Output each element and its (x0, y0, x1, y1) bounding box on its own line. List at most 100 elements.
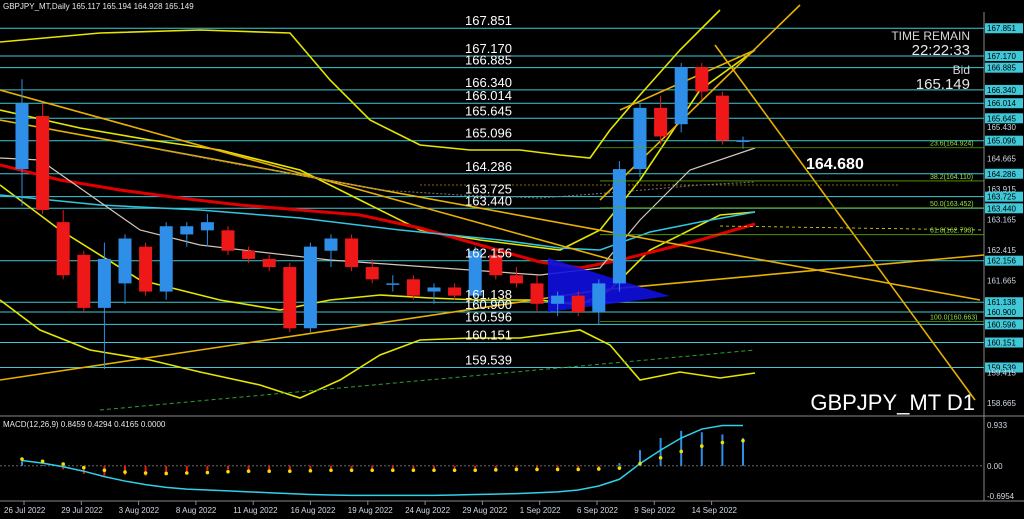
time-axis-label: 29 Aug 2022 (462, 506, 507, 515)
time-axis-label: 11 Aug 2022 (233, 506, 278, 515)
macd-signal-dot (679, 449, 683, 454)
macd-signal-dot (452, 468, 457, 473)
macd-signal-dot (288, 469, 292, 474)
price-tag-label: 167.851 (987, 24, 1016, 33)
macd-signal-dot (246, 469, 251, 474)
time-axis-label: 24 Aug 2022 (405, 506, 450, 515)
time-axis-label: 16 Aug 2022 (291, 506, 336, 515)
candle-body (56, 222, 70, 276)
macd-signal-dot (205, 470, 210, 475)
macd-signal-dot (432, 468, 436, 473)
level-label: 166.885 (465, 53, 512, 68)
time-axis-label: 29 Jul 2022 (61, 506, 103, 515)
price-tag-label: 163.440 (987, 204, 1016, 213)
level-label: 167.851 (465, 13, 512, 28)
candle-body (406, 279, 420, 296)
level-label: 163.440 (465, 193, 512, 208)
bid-value: 165.149 (916, 76, 970, 93)
macd-signal-dot (370, 468, 375, 473)
price-tag-label: 167.170 (987, 52, 1016, 61)
price-tag-label: 165.645 (987, 114, 1016, 123)
candle-body (674, 67, 688, 125)
price-axis-label: 164.665 (987, 154, 1016, 163)
trading-chart[interactable]: 167.851167.170166.885166.340166.014165.6… (0, 0, 1024, 519)
macd-signal-dot (658, 455, 663, 460)
candle-body (715, 95, 729, 141)
fib-label: 100.0(160.663) (930, 315, 977, 322)
level-label: 164.286 (465, 159, 512, 174)
macd-axis-label: 0.933 (987, 421, 1008, 430)
price-axis: 167.851 167.170 166.885 166.340 166.014 165.6… (985, 23, 1023, 408)
macd-signal-dot (741, 438, 745, 443)
price-tag-label: 166.014 (987, 99, 1016, 108)
candle-body (242, 250, 256, 259)
level-label: 166.014 (465, 88, 512, 103)
price-axis-label: 161.665 (987, 277, 1016, 286)
fib-label: 23.6(164.924) (930, 141, 974, 148)
candle-body (200, 222, 214, 231)
price-tag-label: 166.340 (987, 86, 1016, 95)
price-axis-label: 165.430 (987, 123, 1016, 132)
level-label: 160.151 (465, 328, 512, 343)
candle-body (592, 283, 606, 312)
macd-signal-dot (597, 467, 601, 471)
level-label: 160.596 (465, 309, 512, 324)
macd-signal-dot (226, 469, 230, 474)
price-axis-label: 159.415 (987, 369, 1016, 378)
time-axis-label: 1 Sep 2022 (520, 506, 561, 515)
time-axis-label: 9 Sep 2022 (634, 506, 675, 515)
candle-body (551, 295, 565, 304)
candle-body (139, 246, 153, 292)
level-label: 159.539 (465, 353, 512, 368)
macd-signal-dot (40, 459, 45, 464)
time-axis-label: 19 Aug 2022 (348, 506, 393, 515)
candle-body (118, 238, 132, 284)
price-tag-label: 165.096 (987, 137, 1016, 146)
price-axis-label: 163.165 (987, 216, 1016, 225)
symbol-watermark: GBPJPY_MT D1 (810, 390, 975, 415)
level-labels: 167.851167.170166.885166.340166.014165.6… (465, 13, 512, 367)
fib-label: 61.8(162.793) (930, 228, 974, 235)
macd-axis-label: -0.6954 (987, 492, 1015, 501)
price-tag-label: 160.900 (987, 308, 1016, 317)
candle-body (612, 169, 626, 284)
macd-signal-dot (535, 467, 539, 472)
macd-panel[interactable] (0, 417, 984, 501)
macd-signal-dot (185, 471, 189, 475)
chart-title: GBPJPY_MT,Daily 165.117 165.194 164.928 … (3, 2, 194, 11)
macd-signal-dot (411, 468, 416, 473)
candle-body (386, 283, 400, 285)
bid-label: Bid (953, 63, 970, 77)
macd-signal-dot (102, 468, 107, 473)
price-tag-label: 166.885 (987, 64, 1016, 73)
candle-body (159, 226, 173, 292)
macd-signal-dot (20, 457, 24, 461)
candle-body (633, 107, 647, 170)
candle-body (530, 283, 544, 304)
macd-signal-dot (82, 465, 86, 470)
macd-signal-dot (473, 468, 478, 473)
candle-body (324, 238, 338, 251)
macd-signal-dot (576, 467, 580, 472)
candle-body (654, 107, 668, 137)
candle-body (365, 267, 379, 280)
candle-body (77, 254, 91, 308)
candle-body (97, 258, 111, 308)
macd-signal-dot (123, 470, 127, 474)
time-axis-label: 6 Sep 2022 (577, 506, 618, 515)
candle-body (36, 116, 50, 210)
macd-axis-label: 0.00 (987, 462, 1003, 471)
candle-body (303, 246, 317, 329)
macd-signal-dot (720, 440, 725, 445)
candle-body (571, 295, 585, 312)
level-label: 165.645 (465, 103, 512, 118)
time-axis: 26 Jul 2022 29 Jul 2022 3 Aug 2022 8 Aug 20… (4, 501, 738, 515)
price-tag-label: 163.725 (987, 193, 1016, 202)
time-axis-label: 14 Sep 2022 (692, 506, 738, 515)
candle-body (262, 258, 276, 268)
price-axis-label: 162.415 (987, 246, 1016, 255)
candle-body (695, 67, 709, 92)
current-price-label: 164.680 (806, 156, 864, 173)
time-remain-label: TIME REMAIN (891, 29, 970, 43)
time-axis-label: 8 Aug 2022 (176, 506, 217, 515)
